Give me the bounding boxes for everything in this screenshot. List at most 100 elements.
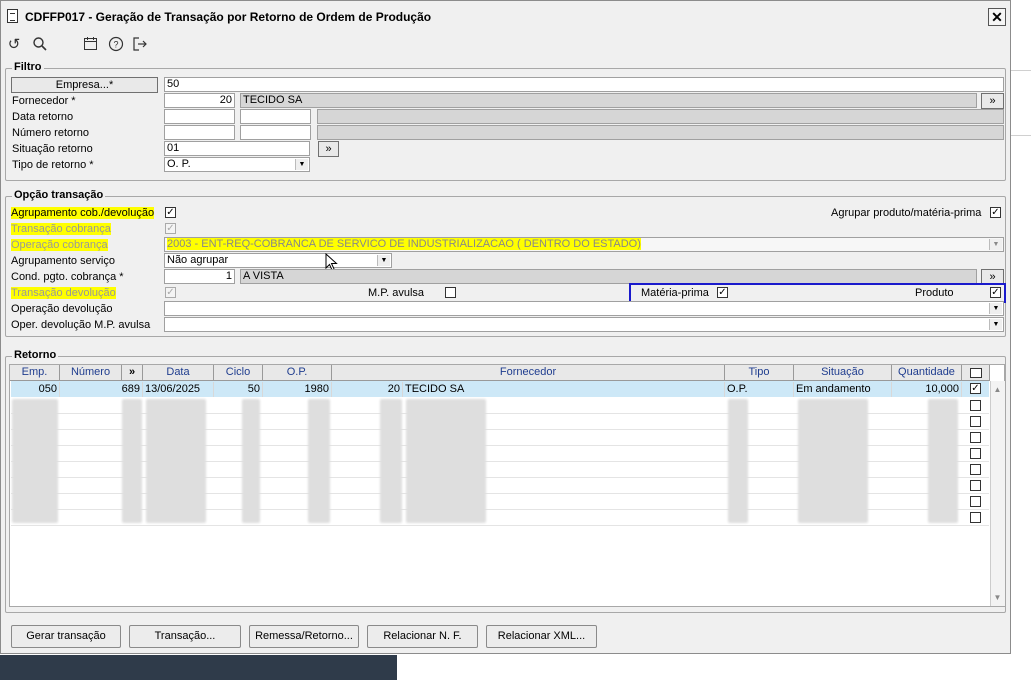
- operacao-devolucao-label: Operação devolução: [11, 303, 113, 315]
- produto-checkbox[interactable]: ✓: [990, 287, 1001, 298]
- row-select-checkbox[interactable]: [970, 496, 981, 507]
- chevron-down-icon: ▼: [989, 239, 1002, 250]
- relacionar-nf-button[interactable]: Relacionar N. F.: [367, 625, 478, 648]
- cell-numero[interactable]: 689: [60, 382, 143, 397]
- fornecedor-code-field[interactable]: 20: [164, 93, 235, 108]
- agrupamento-cob-label: Agrupamento cob./devolução: [11, 207, 155, 219]
- remessa-retorno-button[interactable]: Remessa/Retorno...: [249, 625, 359, 648]
- operacao-devolucao-select[interactable]: ▼: [164, 301, 1004, 316]
- col-header-quantidade[interactable]: Quantidade: [892, 365, 962, 381]
- agrupamento-servico-value: Não agrupar: [167, 254, 229, 266]
- checkbox-icon: [969, 368, 982, 378]
- data-retorno-start-field[interactable]: [164, 109, 235, 124]
- scroll-up-icon[interactable]: ▲: [991, 383, 1004, 396]
- calendar-icon[interactable]: [81, 36, 99, 54]
- title-bar: CDFFP017 - Geração de Transação por Reto…: [1, 1, 1010, 31]
- gerar-transacao-button[interactable]: Gerar transação: [11, 625, 121, 648]
- agrupamento-cob-checkbox[interactable]: ✓: [165, 207, 176, 218]
- agrupar-produto-label: Agrupar produto/matéria-prima: [831, 207, 982, 219]
- chevron-down-icon: ▼: [377, 255, 390, 266]
- row-separator: [11, 525, 989, 526]
- help-icon[interactable]: ?: [107, 36, 125, 54]
- blurred-ciclo-column: [242, 399, 260, 523]
- cell-tipo[interactable]: O.P.: [725, 382, 794, 397]
- cell-emp[interactable]: 050: [10, 382, 60, 397]
- col-header-expand[interactable]: »: [122, 365, 143, 381]
- scroll-down-icon[interactable]: ▼: [991, 591, 1004, 604]
- transacao-devolucao-label: Transação devolução: [11, 287, 116, 299]
- cell-ciclo[interactable]: 50: [214, 382, 263, 397]
- row-select-checkbox[interactable]: [970, 512, 981, 523]
- numero-retorno-end-field[interactable]: [240, 125, 311, 140]
- mp-avulsa-checkbox[interactable]: [445, 287, 456, 298]
- blurred-fornecedor-code-column: [380, 399, 402, 523]
- fornecedor-lookup-button[interactable]: »: [981, 93, 1004, 109]
- row-select-checkbox[interactable]: [970, 400, 981, 411]
- data-retorno-label: Data retorno: [12, 111, 74, 123]
- undo-icon[interactable]: ↺: [5, 36, 23, 54]
- agrupamento-servico-select[interactable]: Não agrupar ▼: [164, 253, 392, 268]
- data-retorno-filler: [317, 109, 1004, 124]
- opcao-transacao-legend: Opção transação: [12, 189, 106, 201]
- numero-retorno-start-field[interactable]: [164, 125, 235, 140]
- background-right: [1011, 0, 1031, 680]
- cell-op[interactable]: 1980: [263, 382, 332, 397]
- tipo-retorno-value: O. P.: [167, 158, 191, 170]
- blurred-numero-column: [122, 399, 142, 523]
- blurred-situacao-column: [798, 399, 868, 523]
- col-header-op[interactable]: O.P.: [263, 365, 332, 381]
- document-icon: [7, 9, 18, 23]
- materia-prima-checkbox[interactable]: ✓: [717, 287, 728, 298]
- row-select-checkbox[interactable]: [970, 464, 981, 475]
- row-select-checkbox[interactable]: ✓: [970, 383, 981, 394]
- blurred-op-column: [308, 399, 330, 523]
- cell-situacao[interactable]: Em andamento: [794, 382, 892, 397]
- tipo-retorno-select[interactable]: O. P. ▼: [164, 157, 310, 172]
- transacao-cobranca-label: Transação cobrança: [11, 223, 111, 235]
- oper-devolucao-mp-select[interactable]: ▼: [164, 317, 1004, 332]
- situacao-lookup-button[interactable]: »: [318, 141, 339, 157]
- agrupar-produto-checkbox[interactable]: ✓: [990, 207, 1001, 218]
- col-header-data[interactable]: Data: [143, 365, 214, 381]
- empresa-field[interactable]: 50: [164, 77, 1004, 92]
- agrupamento-servico-label: Agrupamento serviço: [11, 255, 115, 267]
- row-select-checkbox[interactable]: [970, 432, 981, 443]
- row-select-checkbox[interactable]: [970, 448, 981, 459]
- col-header-tipo[interactable]: Tipo: [725, 365, 794, 381]
- svg-text:?: ?: [113, 40, 118, 50]
- data-retorno-end-field[interactable]: [240, 109, 311, 124]
- col-header-ciclo[interactable]: Ciclo: [214, 365, 263, 381]
- col-header-emp[interactable]: Emp.: [10, 365, 60, 381]
- blurred-data-column: [146, 399, 206, 523]
- cell-fornecedor-code[interactable]: 20: [332, 382, 403, 397]
- cell-fornecedor-name[interactable]: TECIDO SA: [403, 382, 725, 397]
- col-header-numero[interactable]: Número: [60, 365, 122, 381]
- row-select-checkbox[interactable]: [970, 416, 981, 427]
- empresa-button[interactable]: Empresa...*: [11, 77, 158, 93]
- search-icon[interactable]: [31, 36, 49, 54]
- row-select-checkbox[interactable]: [970, 480, 981, 491]
- cell-quantidade[interactable]: 10,000: [892, 382, 962, 397]
- cond-pgto-name-field: A VISTA: [240, 269, 977, 284]
- col-header-fornecedor[interactable]: Fornecedor: [332, 365, 725, 381]
- transacao-cobranca-checkbox: ✓: [165, 223, 176, 234]
- grid-scrollbar[interactable]: ▲ ▼: [990, 381, 1005, 606]
- col-header-situacao[interactable]: Situação: [794, 365, 892, 381]
- toolbar: ↺ ?: [1, 34, 301, 58]
- blurred-fornecedor-name-column: [406, 399, 486, 523]
- fornecedor-label: Fornecedor *: [12, 95, 76, 107]
- filtro-legend: Filtro: [12, 61, 44, 73]
- numero-retorno-label: Número retorno: [12, 127, 90, 139]
- transacao-button[interactable]: Transação...: [129, 625, 241, 648]
- cond-pgto-code-field[interactable]: 1: [164, 269, 235, 284]
- close-button[interactable]: ✕: [988, 8, 1006, 26]
- oper-devolucao-mp-label: Oper. devolução M.P. avulsa: [11, 319, 151, 331]
- blurred-tipo-column: [728, 399, 748, 523]
- col-header-select-all[interactable]: [962, 365, 990, 381]
- mp-avulsa-label: M.P. avulsa: [368, 287, 425, 299]
- cell-data[interactable]: 13/06/2025: [143, 382, 214, 397]
- relacionar-xml-button[interactable]: Relacionar XML...: [486, 625, 597, 648]
- retorno-grid: Emp. Número » Data Ciclo O.P. Fornecedor…: [9, 364, 1005, 607]
- exit-icon[interactable]: [131, 36, 149, 54]
- situacao-retorno-field[interactable]: 01: [164, 141, 310, 156]
